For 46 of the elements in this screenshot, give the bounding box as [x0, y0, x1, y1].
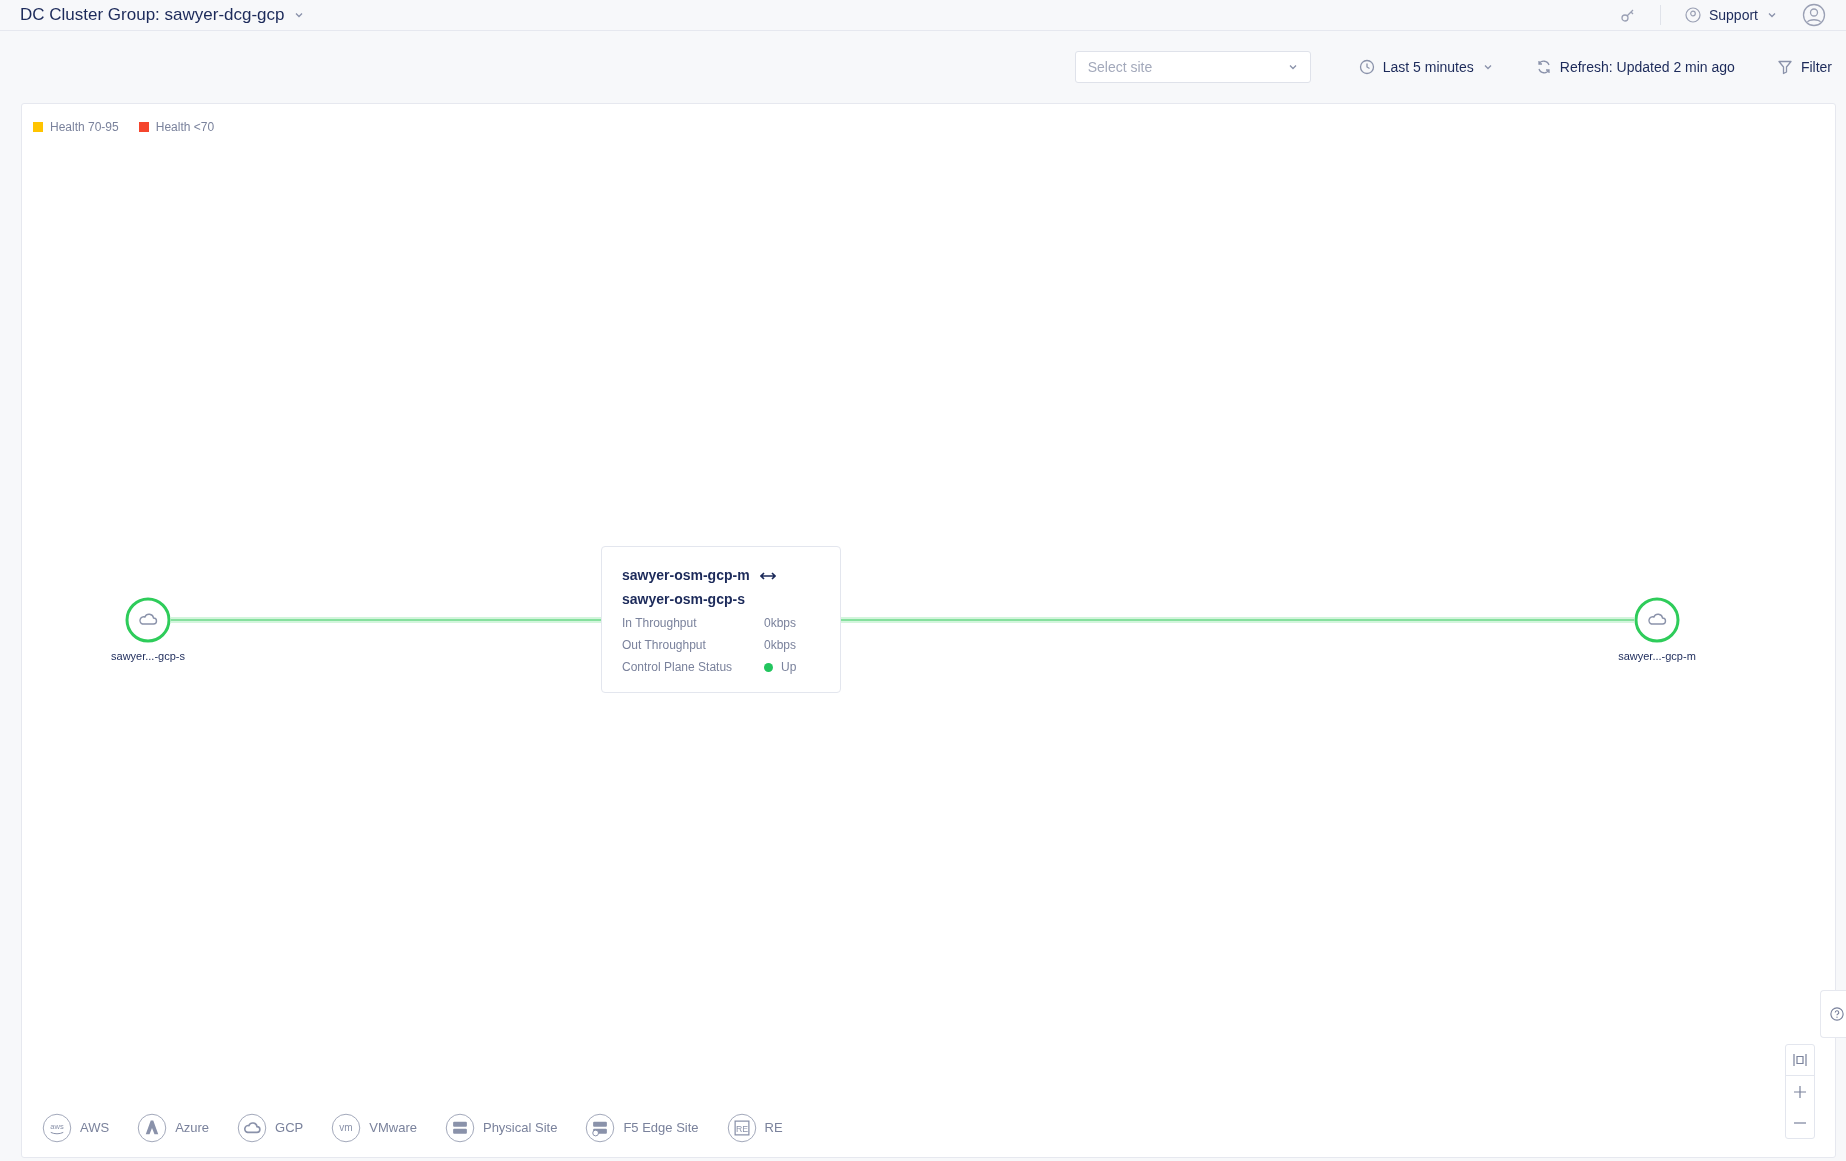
metric-label: In Throughput — [622, 615, 698, 632]
support-menu[interactable]: Support — [1684, 4, 1778, 26]
vmware-provider-icon: vm — [331, 1113, 362, 1143]
physical-provider-icon — [444, 1113, 475, 1143]
refresh-button[interactable]: Refresh: Updated 2 min ago — [1535, 56, 1735, 78]
node-label: sawyer...-gcp-s — [110, 649, 186, 664]
legend-label: Health <70 — [155, 119, 215, 136]
provider-label: Azure — [175, 1119, 210, 1138]
f5-provider-icon — [585, 1113, 616, 1143]
provider-label: Physical Site — [482, 1119, 558, 1138]
user-icon — [1684, 7, 1701, 23]
filter-icon — [1776, 59, 1793, 75]
provider-label: GCP — [275, 1119, 304, 1138]
metric-value: 0kbps — [764, 615, 797, 632]
fit-view-icon — [1792, 1052, 1808, 1068]
gcp-provider-icon — [237, 1113, 268, 1143]
metric-label: Control Plane Status — [622, 659, 734, 676]
time-range-button[interactable]: Last 5 minutes — [1358, 56, 1494, 78]
azure-provider-icon — [137, 1113, 168, 1143]
tooltip-title: sawyer-osm-gcp-m — [622, 566, 750, 585]
key-icon[interactable] — [1619, 7, 1636, 23]
bidirectional-arrow-icon — [759, 570, 776, 581]
minus-icon — [1794, 1121, 1806, 1124]
metric-value: 0kbps — [764, 637, 797, 654]
metric-label: Out Throughput — [622, 637, 707, 654]
refresh-icon — [1535, 59, 1552, 75]
metric-value: Up — [781, 659, 797, 676]
provider-label: F5 Edge Site — [623, 1119, 699, 1138]
tooltip-title: sawyer-osm-gcp-s — [622, 590, 746, 609]
clock-icon — [1358, 59, 1375, 75]
avatar-icon[interactable] — [1802, 3, 1826, 27]
legend-label: Health 70-95 — [50, 119, 119, 136]
page-title: DC Cluster Group: sawyer-dcg-gcp — [20, 4, 285, 27]
provider-label: VMware — [369, 1119, 417, 1138]
help-icon — [1830, 1007, 1844, 1021]
site-select[interactable]: Select site — [1074, 51, 1311, 83]
node-label: sawyer...-gcp-m — [1617, 649, 1697, 664]
provider-label: RE — [764, 1119, 783, 1138]
plus-icon — [1792, 1083, 1808, 1100]
filter-button[interactable]: Filter — [1776, 56, 1832, 78]
help-tab[interactable] — [1820, 990, 1846, 1038]
cloud-node[interactable] — [1634, 597, 1680, 643]
provider-label: AWS — [80, 1119, 110, 1138]
aws-provider-icon: aws — [42, 1113, 72, 1143]
re-provider-icon: RE — [726, 1113, 757, 1143]
cloud-node[interactable] — [125, 597, 171, 643]
